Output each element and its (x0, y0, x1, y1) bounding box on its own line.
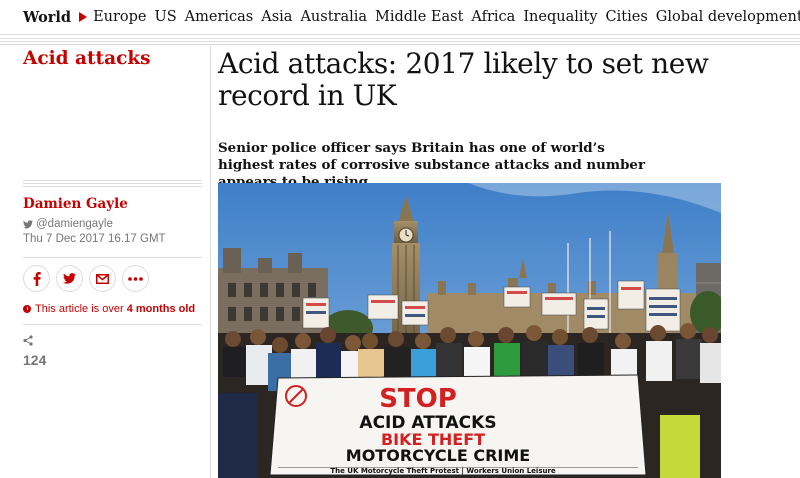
column-divider (210, 46, 211, 478)
nav-item-europe[interactable]: Europe (93, 9, 146, 25)
nav-item-global-development[interactable]: Global development (656, 9, 800, 25)
share-buttons (23, 265, 202, 292)
meta-divider-2 (23, 257, 202, 258)
clock-icon (23, 305, 31, 313)
article-headline: Acid attacks: 2017 likely to set new rec… (218, 47, 709, 112)
article-age-prefix: This article is over (35, 303, 124, 315)
twitter-icon (63, 273, 76, 284)
share-count: 124 (23, 333, 202, 368)
nav-item-cities[interactable]: Cities (606, 9, 648, 25)
share-email-button[interactable] (89, 265, 116, 292)
article-meta: Damien Gayle @damiengayle Thu 7 Dec 2017… (23, 180, 202, 368)
share-more-button[interactable] (122, 265, 149, 292)
more-icon (128, 276, 143, 281)
meta-divider-3 (23, 324, 202, 325)
nav-item-middle-east[interactable]: Middle East (375, 9, 463, 25)
top-navigation: World Europe US Americas Asia Australia … (0, 0, 800, 35)
email-icon (96, 273, 109, 284)
nav-item-world[interactable]: World (23, 9, 71, 26)
nav-item-australia[interactable]: Australia (300, 9, 367, 25)
article-age-notice: This article is over 4 months old (23, 303, 202, 315)
nav-item-inequality[interactable]: Inequality (523, 9, 597, 25)
share-icon (23, 335, 33, 346)
twitter-handle-text: @damiengayle (36, 218, 113, 230)
nav-arrow-icon (79, 12, 88, 22)
facebook-icon (33, 271, 41, 286)
article-age-value: 4 months old (126, 303, 196, 315)
share-twitter-button[interactable] (56, 265, 83, 292)
nav-item-americas[interactable]: Americas (185, 9, 254, 25)
nav-item-africa[interactable]: Africa (471, 9, 515, 25)
section-label[interactable]: Acid attacks (23, 48, 151, 69)
author-link[interactable]: Damien Gayle (23, 196, 202, 212)
publish-date: Thu 7 Dec 2017 16.17 GMT (23, 233, 166, 245)
banner-line3-text: MOTORCYCLE CRIME (346, 446, 530, 465)
share-facebook-button[interactable] (23, 265, 50, 292)
banner-footer-text: The UK Motorcycle Theft Protest | Worker… (330, 467, 556, 476)
share-count-value: 124 (23, 352, 47, 368)
nav-item-us[interactable]: US (155, 9, 177, 25)
header-divider (0, 38, 800, 46)
meta-divider (23, 180, 202, 188)
nav-item-asia[interactable]: Asia (261, 9, 292, 25)
twitter-handle[interactable]: @damiengayle (23, 218, 202, 230)
twitter-icon (23, 219, 33, 228)
article-main-image[interactable]: STOP ACID ATTACKS BIKE THEFT MOTORCYCLE … (218, 183, 721, 478)
banner-stop-text: STOP (379, 384, 457, 414)
